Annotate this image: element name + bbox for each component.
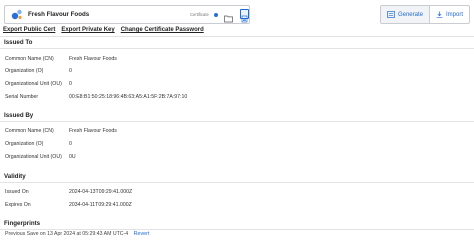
action-toolbar: Generate Import [379,5,470,24]
divider [0,229,474,230]
previous-save-text: Previous Save on 13 Apr 2024 at 05:29:43… [5,231,129,237]
generate-icon [387,11,395,18]
status-dot [214,13,218,17]
certificate-type-label: Certificate [190,12,209,17]
issued-to-cn-label: Common Name (CN) [5,56,54,62]
divider [0,36,474,37]
issued-to-o-value: 0 [69,68,72,74]
fingerprints-heading: Fingerprints [4,220,41,227]
certificate-name: Fresh Flavour Foods [28,11,90,18]
issued-to-ou-value: 0 [69,81,72,87]
issued-to-cn-value: Fresh Flavour Foods [69,56,117,62]
divider [0,48,474,49]
expires-on-value: 2034-04-11T09:29:41.000Z [69,202,132,208]
issued-by-o-value: 0 [69,141,72,147]
validity-heading: Validity [4,173,26,180]
export-actions: Export Public Cert Export Private Key Ch… [3,27,204,33]
issued-by-o-label: Organization (O) [5,141,44,147]
import-button[interactable]: Import [428,6,469,23]
issued-to-heading: Issued To [4,39,33,46]
serial-number-label: Serial Number [5,94,39,100]
issued-by-ou-label: Organizational Unit (OU) [5,154,62,160]
save-button[interactable] [240,9,249,23]
save-status: Previous Save on 13 Apr 2024 at 05:29:43… [5,231,149,237]
open-folder-button[interactable] [224,10,233,23]
export-private-key-link[interactable]: Export Private Key [61,27,114,33]
issued-to-ou-label: Organizational Unit (OU) [5,81,62,87]
import-label: Import [445,11,463,18]
issued-by-cn-label: Common Name (CN) [5,128,54,134]
export-public-cert-link[interactable]: Export Public Cert [3,27,55,33]
change-password-link[interactable]: Change Certificate Password [121,27,204,33]
save-icon [241,15,248,23]
divider [0,121,474,122]
generate-button[interactable]: Generate [380,6,429,23]
issued-by-cn-value: Fresh Flavour Foods [69,128,117,134]
revert-link[interactable]: Revert [134,231,150,237]
generate-label: Generate [397,11,423,18]
import-icon [436,11,443,18]
issued-by-ou-value: 0U [69,154,76,160]
issued-on-label: Issued On [5,189,29,195]
issued-to-o-label: Organization (O) [5,68,44,74]
divider [0,182,474,183]
expires-on-label: Expires On [5,202,31,208]
serial-number-value: 00:E8:B1:50:25:18:96:4B:63:A5:A1:5F:2B:7… [69,94,188,100]
issued-by-heading: Issued By [4,112,34,119]
issued-on-value: 2024-04-13T09:29:41.000Z [69,189,133,195]
certificate-icon [10,8,24,22]
folder-icon [224,15,233,23]
certificate-selector[interactable]: Fresh Flavour Foods Certificate [4,5,250,24]
